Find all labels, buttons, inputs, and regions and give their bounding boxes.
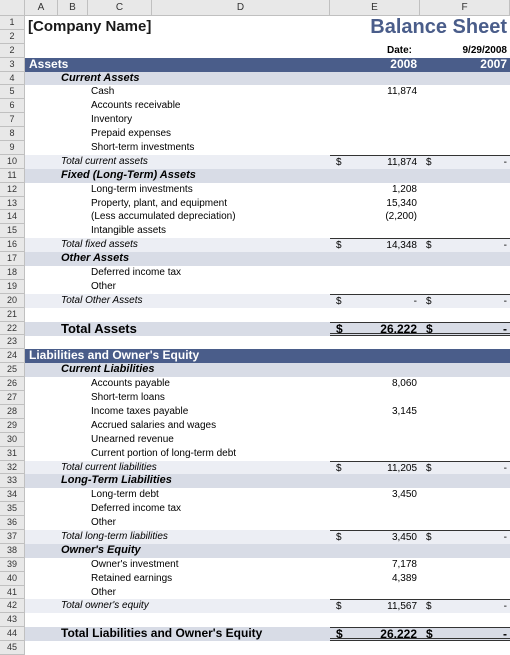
company-name[interactable]: [Company Name] — [25, 16, 330, 44]
total-fixed-assets-label[interactable]: Total fixed assets — [58, 238, 330, 252]
longterm-liab-header[interactable]: Long-Term Liabilities — [58, 474, 330, 488]
item-inv[interactable]: Inventory — [88, 113, 330, 127]
item-cpltd[interactable]: Current portion of long-term debt — [88, 447, 330, 461]
item-other-eq[interactable]: Other — [88, 586, 330, 600]
item-lti[interactable]: Long-term investments — [88, 183, 330, 197]
item-asw[interactable]: Accrued salaries and wages — [88, 419, 330, 433]
liabilities-header[interactable]: Liabilities and Owner's Equity — [25, 349, 510, 363]
year-current[interactable]: 2008 — [330, 58, 420, 72]
item-cash[interactable]: Cash — [88, 85, 330, 99]
total-assets-2007[interactable]: $- — [420, 322, 510, 336]
item-itp[interactable]: Income taxes payable — [88, 405, 330, 419]
item-dit-asset[interactable]: Deferred income tax — [88, 266, 330, 280]
year-prior[interactable]: 2007 — [420, 58, 510, 72]
total-current-assets-2007[interactable]: $- — [420, 155, 510, 169]
item-ltd[interactable]: Long-term debt — [88, 488, 330, 502]
item-stl[interactable]: Short-term loans — [88, 391, 330, 405]
item-ap[interactable]: Accounts payable — [88, 377, 330, 391]
item-other-asset[interactable]: Other — [88, 280, 330, 294]
item-other-liab[interactable]: Other — [88, 516, 330, 530]
total-liab-equity-2008[interactable]: $26,222 — [330, 627, 420, 641]
other-assets-header[interactable]: Other Assets — [58, 252, 330, 266]
total-longterm-liab-label[interactable]: Total long-term liabilities — [58, 530, 330, 544]
date-label[interactable]: Date: — [330, 44, 420, 58]
current-liabilities-header[interactable]: Current Liabilities — [58, 363, 330, 377]
sheet-title[interactable]: Balance Sheet — [330, 16, 510, 44]
row-headers: 1223456789101112131415161718192021222324… — [0, 16, 25, 655]
total-assets-label[interactable]: Total Assets — [58, 322, 330, 336]
total-equity-label[interactable]: Total owner's equity — [58, 599, 330, 613]
column-headers: A B C D E F — [0, 0, 510, 16]
total-current-liab-label[interactable]: Total current liabilities — [58, 461, 330, 475]
total-current-assets-label[interactable]: Total current assets — [58, 155, 330, 169]
total-current-assets-2008[interactable]: $11,874 — [330, 155, 420, 169]
equity-header[interactable]: Owner's Equity — [58, 544, 330, 558]
item-oi[interactable]: Owner's investment — [88, 558, 330, 572]
total-liab-equity-label[interactable]: Total Liabilities and Owner's Equity — [58, 627, 330, 641]
total-other-assets-label[interactable]: Total Other Assets — [58, 294, 330, 308]
item-ar[interactable]: Accounts receivable — [88, 99, 330, 113]
item-ppe[interactable]: Property, plant, and equipment — [88, 197, 330, 211]
total-assets-2008[interactable]: $26,222 — [330, 322, 420, 336]
item-dit-liab[interactable]: Deferred income tax — [88, 502, 330, 516]
spreadsheet-body[interactable]: [Company Name] Balance Sheet Date: 9/29/… — [25, 16, 510, 655]
fixed-assets-header[interactable]: Fixed (Long-Term) Assets — [58, 169, 330, 183]
item-dep[interactable]: (Less accumulated depreciation) — [88, 210, 330, 224]
total-liab-equity-2007[interactable]: $- — [420, 627, 510, 641]
assets-header[interactable]: Assets — [25, 58, 330, 72]
item-prepaid[interactable]: Prepaid expenses — [88, 127, 330, 141]
current-assets-header[interactable]: Current Assets — [58, 72, 330, 86]
item-ur[interactable]: Unearned revenue — [88, 433, 330, 447]
item-sti[interactable]: Short-term investments — [88, 141, 330, 155]
item-re[interactable]: Retained earnings — [88, 572, 330, 586]
item-intang[interactable]: Intangible assets — [88, 224, 330, 238]
date-value[interactable]: 9/29/2008 — [420, 44, 510, 58]
